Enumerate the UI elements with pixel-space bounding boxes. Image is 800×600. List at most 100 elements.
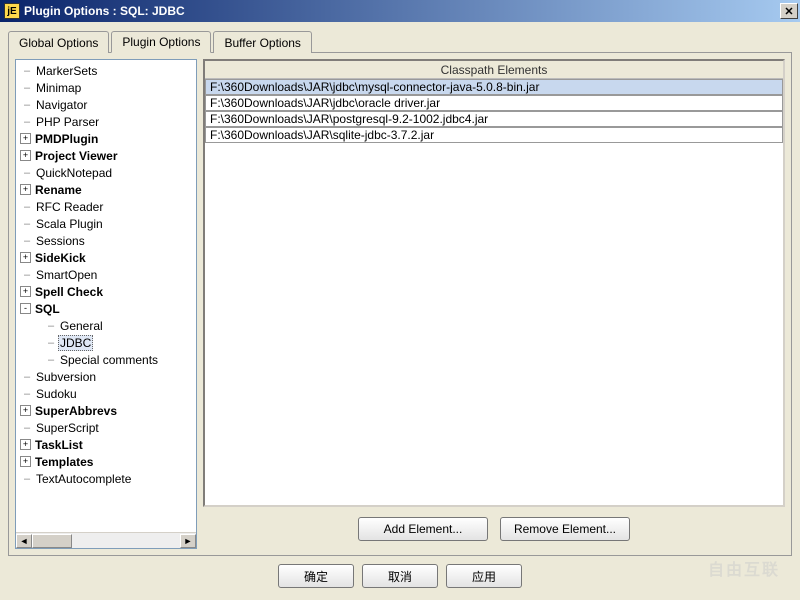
tree-item-label: Special comments <box>58 353 160 367</box>
tree-item-project-viewer[interactable]: +Project Viewer <box>16 147 196 164</box>
tree-item-special-comments[interactable]: –Special comments <box>16 351 196 368</box>
classpath-header: Classpath Elements <box>205 61 783 79</box>
tree-item-label: SuperScript <box>34 421 101 435</box>
titlebar: jE Plugin Options : SQL: JDBC ✕ <box>0 0 800 22</box>
scroll-left-arrow[interactable]: ◄ <box>16 534 32 548</box>
tree-item-label: Sessions <box>34 234 87 248</box>
expand-icon[interactable]: + <box>20 405 31 416</box>
dialog-button-row: 确定 取消 应用 <box>8 556 792 592</box>
tree-item-label: RFC Reader <box>34 200 105 214</box>
tree-item-label: TaskList <box>33 438 85 452</box>
tab-label: Plugin Options <box>122 35 200 49</box>
tree-branch-icon: – <box>20 269 34 281</box>
tree-item-label: Navigator <box>34 98 89 112</box>
tree-item-label: PHP Parser <box>34 115 101 129</box>
classpath-row[interactable]: F:\360Downloads\JAR\sqlite-jdbc-3.7.2.ja… <box>205 127 783 143</box>
cancel-button[interactable]: 取消 <box>362 564 438 588</box>
scroll-thumb[interactable] <box>32 534 72 548</box>
scroll-track[interactable] <box>32 534 180 548</box>
tree-item-label: Scala Plugin <box>34 217 105 231</box>
add-element-button[interactable]: Add Element... <box>358 517 488 541</box>
tree-branch-icon: – <box>44 337 58 349</box>
tree-branch-icon: – <box>20 371 34 383</box>
classpath-list: Classpath Elements F:\360Downloads\JAR\j… <box>203 59 785 507</box>
tree-branch-icon: – <box>20 99 34 111</box>
classpath-row[interactable]: F:\360Downloads\JAR\jdbc\mysql-connector… <box>205 79 783 95</box>
tree-item-quicknotepad[interactable]: –QuickNotepad <box>16 164 196 181</box>
tree-item-smartopen[interactable]: –SmartOpen <box>16 266 196 283</box>
tree-item-label: Spell Check <box>33 285 105 299</box>
tree-item-label: SideKick <box>33 251 88 265</box>
tree-item-sidekick[interactable]: +SideKick <box>16 249 196 266</box>
tree-item-textautocomplete[interactable]: –TextAutocomplete <box>16 470 196 487</box>
tree-item-tasklist[interactable]: +TaskList <box>16 436 196 453</box>
scroll-right-arrow[interactable]: ► <box>180 534 196 548</box>
tree-item-rename[interactable]: +Rename <box>16 181 196 198</box>
tree-branch-icon: – <box>20 167 34 179</box>
tree-branch-icon: – <box>20 65 34 77</box>
tree-item-superabbrevs[interactable]: +SuperAbbrevs <box>16 402 196 419</box>
tree-item-minimap[interactable]: –Minimap <box>16 79 196 96</box>
tree-item-label: QuickNotepad <box>34 166 114 180</box>
tree-item-label: Templates <box>33 455 95 469</box>
tree-item-subversion[interactable]: –Subversion <box>16 368 196 385</box>
classpath-body[interactable]: F:\360Downloads\JAR\jdbc\mysql-connector… <box>205 79 783 505</box>
tree-branch-icon: – <box>44 354 58 366</box>
tree-item-rfc-reader[interactable]: –RFC Reader <box>16 198 196 215</box>
collapse-icon[interactable]: - <box>20 303 31 314</box>
window-title: Plugin Options : SQL: JDBC <box>24 4 185 18</box>
tree-item-label: Rename <box>33 183 84 197</box>
tree-item-markersets[interactable]: –MarkerSets <box>16 62 196 79</box>
expand-icon[interactable]: + <box>20 439 31 450</box>
tab-panel: –MarkerSets–Minimap–Navigator–PHP Parser… <box>8 52 792 556</box>
tree-branch-icon: – <box>20 116 34 128</box>
tree-item-general[interactable]: –General <box>16 317 196 334</box>
right-panel: Classpath Elements F:\360Downloads\JAR\j… <box>203 59 785 549</box>
tree-hscrollbar[interactable]: ◄ ► <box>16 532 196 548</box>
tree-item-label: JDBC <box>58 335 93 351</box>
tree-item-sql[interactable]: -SQL <box>16 300 196 317</box>
tree-item-label: Project Viewer <box>33 149 120 163</box>
tree-branch-icon: – <box>44 320 58 332</box>
tab-row: Global Options Plugin Options Buffer Opt… <box>8 30 792 52</box>
expand-icon[interactable]: + <box>20 184 31 195</box>
tree-item-navigator[interactable]: –Navigator <box>16 96 196 113</box>
remove-element-button[interactable]: Remove Element... <box>500 517 630 541</box>
tree-item-label: Sudoku <box>34 387 79 401</box>
apply-button[interactable]: 应用 <box>446 564 522 588</box>
expand-icon[interactable]: + <box>20 456 31 467</box>
tree-item-sessions[interactable]: –Sessions <box>16 232 196 249</box>
tree-item-sudoku[interactable]: –Sudoku <box>16 385 196 402</box>
tree-item-jdbc[interactable]: –JDBC <box>16 334 196 351</box>
classpath-row[interactable]: F:\360Downloads\JAR\postgresql-9.2-1002.… <box>205 111 783 127</box>
tree-body[interactable]: –MarkerSets–Minimap–Navigator–PHP Parser… <box>16 60 196 532</box>
tree-item-superscript[interactable]: –SuperScript <box>16 419 196 436</box>
tree-item-label: SQL <box>33 302 62 316</box>
tree-item-label: MarkerSets <box>34 64 99 78</box>
tree-branch-icon: – <box>20 235 34 247</box>
tree-item-scala-plugin[interactable]: –Scala Plugin <box>16 215 196 232</box>
tree-branch-icon: – <box>20 218 34 230</box>
tree-item-pmdplugin[interactable]: +PMDPlugin <box>16 130 196 147</box>
tab-global-options[interactable]: Global Options <box>8 31 109 53</box>
tab-label: Global Options <box>19 36 98 50</box>
tree-branch-icon: – <box>20 201 34 213</box>
expand-icon[interactable]: + <box>20 252 31 263</box>
classpath-row[interactable]: F:\360Downloads\JAR\jdbc\oracle driver.j… <box>205 95 783 111</box>
tab-buffer-options[interactable]: Buffer Options <box>213 31 312 53</box>
tree-branch-icon: – <box>20 473 34 485</box>
tree-item-label: General <box>58 319 105 333</box>
tab-plugin-options[interactable]: Plugin Options <box>111 31 211 53</box>
ok-button[interactable]: 确定 <box>278 564 354 588</box>
tree-item-php-parser[interactable]: –PHP Parser <box>16 113 196 130</box>
close-button[interactable]: ✕ <box>780 3 798 19</box>
tab-label: Buffer Options <box>224 36 301 50</box>
tree-item-spell-check[interactable]: +Spell Check <box>16 283 196 300</box>
expand-icon[interactable]: + <box>20 150 31 161</box>
expand-icon[interactable]: + <box>20 286 31 297</box>
app-icon: jE <box>4 3 20 19</box>
tree-item-label: TextAutocomplete <box>34 472 133 486</box>
tree-item-templates[interactable]: +Templates <box>16 453 196 470</box>
tree-item-label: Subversion <box>34 370 98 384</box>
expand-icon[interactable]: + <box>20 133 31 144</box>
